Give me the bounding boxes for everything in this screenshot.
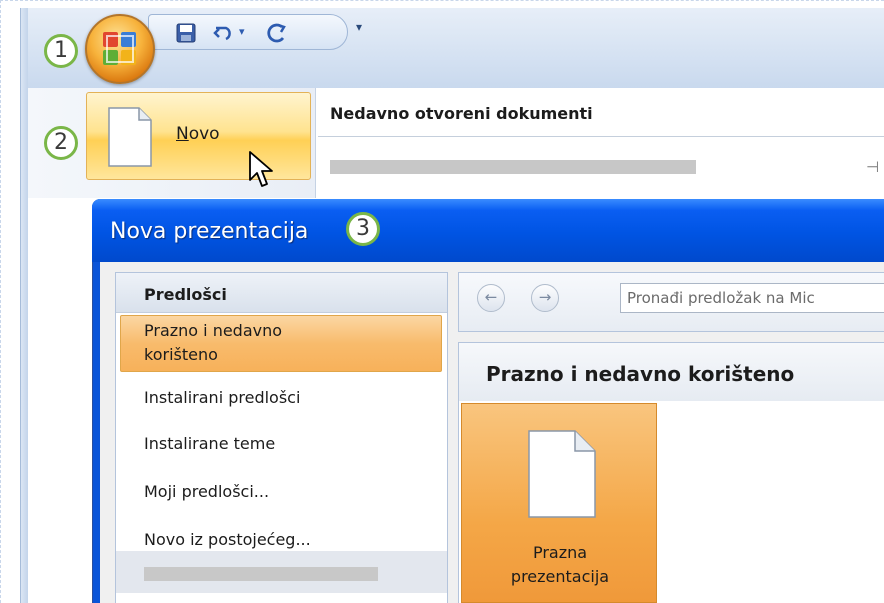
template-item-my-templates[interactable]: Moji predlošci...: [144, 481, 269, 503]
mouse-cursor-icon: [249, 151, 273, 187]
dialog-title: Nova prezentacija: [110, 219, 309, 244]
template-item-blank-recent-line1[interactable]: Prazno i nedavno: [144, 320, 282, 342]
back-button[interactable]: ←: [477, 284, 505, 312]
callout-3: 3: [346, 212, 380, 246]
blank-document-icon: [528, 430, 596, 518]
content-title: Prazno i nedavno korišteno: [486, 362, 795, 386]
window-left-edge: [20, 8, 28, 603]
thumbnail-label-line2: prezentacija: [510, 567, 610, 586]
template-item-installed-themes[interactable]: Instalirane teme: [144, 433, 275, 455]
office-button[interactable]: [85, 14, 155, 84]
quick-access-toolbar: ▾: [148, 14, 348, 50]
pin-icon[interactable]: ⊣: [866, 158, 879, 176]
template-item-installed-templates[interactable]: Instalirani predlošci: [144, 387, 300, 409]
menu-item-new-label[interactable]: Novo: [176, 124, 220, 144]
callout-1: 1: [44, 34, 78, 68]
save-icon[interactable]: [175, 22, 197, 44]
undo-dropdown-icon[interactable]: ▾: [239, 25, 245, 38]
divider: [318, 136, 884, 137]
new-document-icon: [108, 107, 152, 167]
redo-icon[interactable]: [265, 22, 287, 44]
template-search-input[interactable]: Pronađi predložak na Mic: [620, 283, 884, 313]
recent-document-placeholder[interactable]: [330, 160, 696, 174]
templates-section-placeholder[interactable]: [144, 567, 378, 581]
templates-header-label: Predlošci: [144, 285, 227, 304]
template-item-blank-recent-line2[interactable]: korišteno: [144, 344, 218, 366]
thumbnail-label-line1: Prazna: [532, 543, 588, 562]
customize-toolbar-icon[interactable]: ▾: [356, 20, 362, 34]
office-logo-icon: [103, 32, 136, 65]
template-item-new-from-existing[interactable]: Novo iz postojećeg...: [144, 529, 311, 551]
recent-documents-title: Nedavno otvoreni dokumenti: [330, 104, 593, 123]
undo-icon[interactable]: [213, 22, 235, 44]
callout-2: 2: [44, 126, 78, 160]
forward-button[interactable]: →: [531, 284, 559, 312]
